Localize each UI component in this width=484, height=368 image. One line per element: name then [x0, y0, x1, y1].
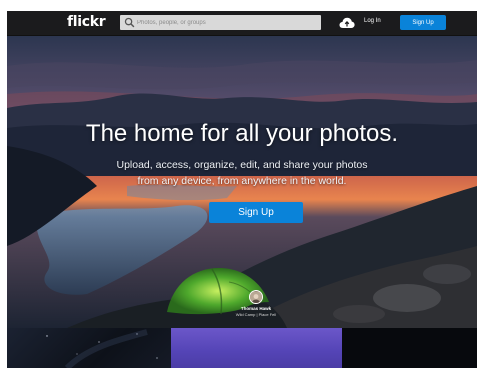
starry-night-image	[46, 329, 158, 368]
header-signup-button[interactable]: Sign Up	[400, 15, 446, 30]
photographer-avatar[interactable]	[249, 290, 263, 304]
cloud-upload-icon[interactable]	[339, 17, 355, 29]
hero-description: Upload, access, organize, edit, and shar…	[67, 157, 417, 189]
photo-title[interactable]: Wild Camp | Place Fell	[206, 312, 306, 317]
flickr-logo[interactable]: flickr	[67, 14, 106, 30]
hero-description-line-2: from any device, from anywhere in the wo…	[137, 175, 347, 187]
search-input[interactable]	[137, 15, 317, 30]
avatar-image	[250, 292, 262, 303]
hero-signup-button[interactable]: Sign Up	[209, 202, 303, 223]
top-navigation-bar: flickr Log In Sign Up	[7, 11, 477, 36]
photo-preview-strip	[7, 328, 477, 368]
search-icon	[124, 17, 135, 28]
search-box[interactable]	[120, 15, 321, 30]
preview-photo-left[interactable]	[7, 328, 171, 368]
hero-section: The home for all your photos. Upload, ac…	[7, 36, 477, 328]
login-link[interactable]: Log In	[364, 18, 381, 24]
photographer-name[interactable]: Thomas Hawk	[206, 306, 306, 311]
preview-photo-right[interactable]	[342, 328, 477, 368]
hero-description-line-1: Upload, access, organize, edit, and shar…	[116, 159, 368, 171]
preview-photo-middle[interactable]	[171, 328, 342, 368]
browser-viewport: flickr Log In Sign Up	[7, 11, 477, 368]
hero-headline: The home for all your photos.	[85, 120, 399, 147]
